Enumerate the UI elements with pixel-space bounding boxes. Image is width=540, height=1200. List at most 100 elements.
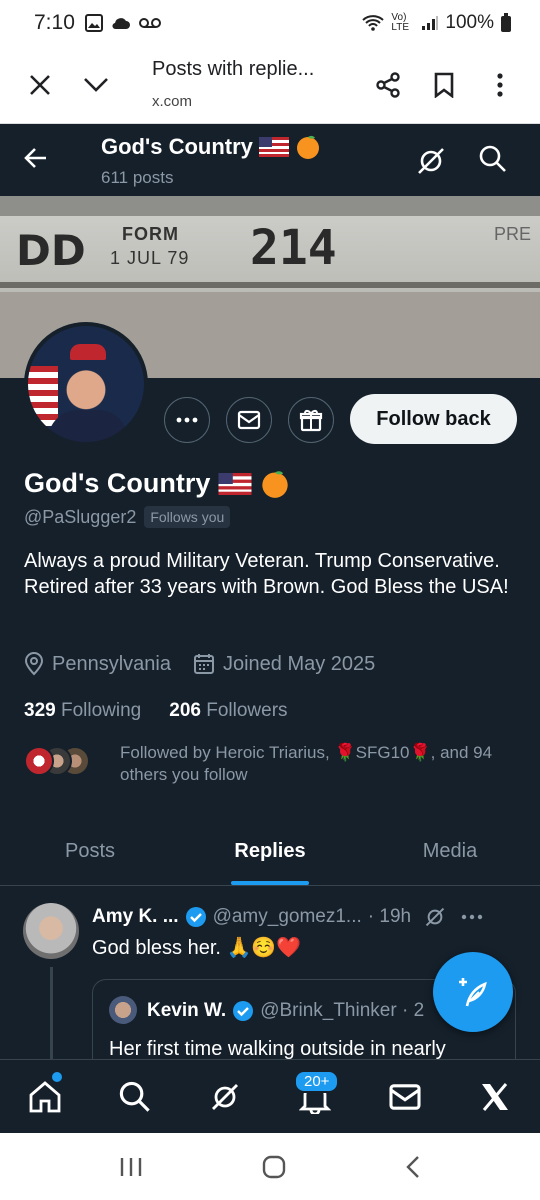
nav-notifications[interactable]: 20+ — [270, 1060, 360, 1133]
post-author-handle: @amy_gomez1... — [212, 906, 362, 927]
location-item: Pennsylvania — [24, 652, 171, 676]
grok-icon — [418, 148, 444, 174]
gift-button[interactable] — [288, 397, 334, 443]
followers-count: 206 — [169, 700, 201, 721]
follow-back-button[interactable]: Follow back — [350, 394, 517, 444]
us-flag-icon — [258, 137, 289, 157]
following-label: Following — [60, 700, 142, 721]
header-post-count: 611 posts — [101, 168, 174, 187]
nav-x-premium[interactable] — [450, 1060, 540, 1133]
status-right: Vo) LTE 100% — [361, 12, 512, 34]
system-nav-bar — [0, 1133, 540, 1200]
search-icon — [479, 145, 506, 172]
browser-url: x.com — [152, 93, 193, 110]
post-more-icon[interactable] — [461, 914, 483, 920]
compose-post-button[interactable] — [433, 952, 513, 1032]
following-count: 329 — [24, 700, 56, 721]
post-author-avatar[interactable] — [23, 903, 79, 959]
search-button[interactable] — [478, 144, 508, 179]
share-button[interactable] — [366, 63, 410, 107]
followed-by-text: Followed by Heroic Triarius, 🌹SFG10🌹, an… — [120, 743, 493, 784]
profile-avatar[interactable] — [24, 322, 148, 446]
mail-icon — [237, 410, 261, 430]
orange-icon — [262, 470, 289, 498]
bookmark-button[interactable] — [422, 63, 466, 107]
quoted-author-name: Kevin W. — [147, 1000, 227, 1021]
more-options-button[interactable] — [164, 397, 210, 443]
profile-meta: Pennsylvania Joined May 2025 — [24, 652, 375, 676]
post-header: Amy K. ... @amy_gomez1... · 19h — [92, 905, 483, 929]
profile-header: God's Country 611 posts — [0, 124, 540, 196]
more-vertical-icon — [497, 73, 503, 97]
bottom-nav: 20+ — [0, 1059, 540, 1133]
banner-strip — [0, 196, 540, 216]
back-nav-icon[interactable] — [405, 1155, 421, 1179]
bookmark-icon — [434, 72, 454, 98]
grok-icon — [212, 1083, 238, 1110]
close-tab-button[interactable] — [18, 63, 62, 107]
voicemail-icon — [138, 18, 161, 28]
home-icon — [29, 1080, 61, 1112]
nav-messages[interactable] — [360, 1060, 450, 1133]
battery-percent: 100% — [445, 12, 494, 33]
followers-link[interactable]: 206 Followers — [169, 700, 287, 722]
share-icon — [376, 72, 400, 98]
verified-badge-icon — [233, 1001, 254, 1021]
followed-by-row[interactable]: Followed by Heroic Triarius, 🌹SFG10🌹, an… — [24, 742, 540, 786]
back-arrow-icon — [24, 148, 46, 168]
nav-search[interactable] — [90, 1060, 180, 1133]
more-menu-button[interactable] — [478, 63, 522, 107]
grok-icon[interactable] — [423, 905, 447, 929]
orange-icon — [296, 135, 319, 159]
status-notification-icons — [84, 14, 161, 32]
battery-icon — [501, 13, 511, 32]
thread-line — [50, 967, 53, 1059]
quoted-post-text: Her first time walking outside in nearly — [109, 1038, 446, 1059]
location-pin-icon — [24, 652, 44, 676]
location-text: Pennsylvania — [52, 652, 171, 675]
joined-item: Joined May 2025 — [193, 653, 375, 676]
banner-number-text: 214 — [250, 220, 337, 276]
profile-tabs: Posts Replies Media — [0, 818, 540, 886]
post-time: · 19h — [367, 906, 412, 927]
network-type: Vo) LTE — [391, 12, 409, 33]
back-button[interactable] — [20, 142, 52, 179]
post-text: God bless her. 🙏☺️❤️ — [92, 937, 302, 959]
search-icon — [119, 1081, 150, 1112]
tab-posts[interactable]: Posts — [0, 818, 180, 885]
nav-grok[interactable] — [180, 1060, 270, 1133]
quoted-author-handle: @Brink_Thinker · 2 — [260, 1000, 425, 1021]
profile-name: God's Country — [24, 468, 290, 499]
message-button[interactable] — [226, 397, 272, 443]
nav-home[interactable] — [0, 1060, 90, 1133]
profile-bio: Always a proud Military Veteran. Trump C… — [24, 550, 509, 598]
tab-replies[interactable]: Replies — [180, 818, 360, 885]
post-author-name[interactable]: Amy K. ... — [92, 906, 179, 928]
follows-you-badge: Follows you — [144, 506, 231, 528]
grok-button[interactable] — [414, 144, 448, 183]
browser-page-title: Posts with replie... — [152, 58, 315, 80]
banner-form-text: FORM — [122, 224, 179, 244]
banner-dd-text: DD — [16, 226, 86, 275]
verified-badge-icon — [185, 907, 206, 927]
banner-date-text: 1 JUL 79 — [110, 248, 190, 268]
banner-prev-text: PRE — [494, 224, 532, 244]
profile-name-text: God's Country — [24, 468, 211, 498]
home-button-icon[interactable] — [262, 1155, 286, 1179]
x-logo-icon — [482, 1082, 508, 1111]
wifi-icon — [362, 15, 385, 31]
recent-apps-icon[interactable] — [119, 1156, 143, 1178]
tab-media[interactable]: Media — [360, 818, 540, 885]
compose-feather-icon — [459, 978, 487, 1007]
home-unread-dot — [52, 1072, 62, 1082]
quoted-author-avatar — [109, 996, 137, 1024]
us-flag-icon — [218, 472, 252, 495]
notifications-badge: 20+ — [294, 1070, 340, 1093]
followed-by-avatars — [24, 746, 92, 778]
quoted-post-header: Kevin W. @Brink_Thinker · 2 — [147, 1000, 424, 1022]
following-link[interactable]: 329 Following — [24, 700, 141, 722]
mail-icon — [389, 1083, 421, 1110]
status-time: 7:10 — [34, 11, 75, 34]
more-horizontal-icon — [176, 417, 198, 423]
minimize-tab-button[interactable] — [74, 63, 118, 107]
